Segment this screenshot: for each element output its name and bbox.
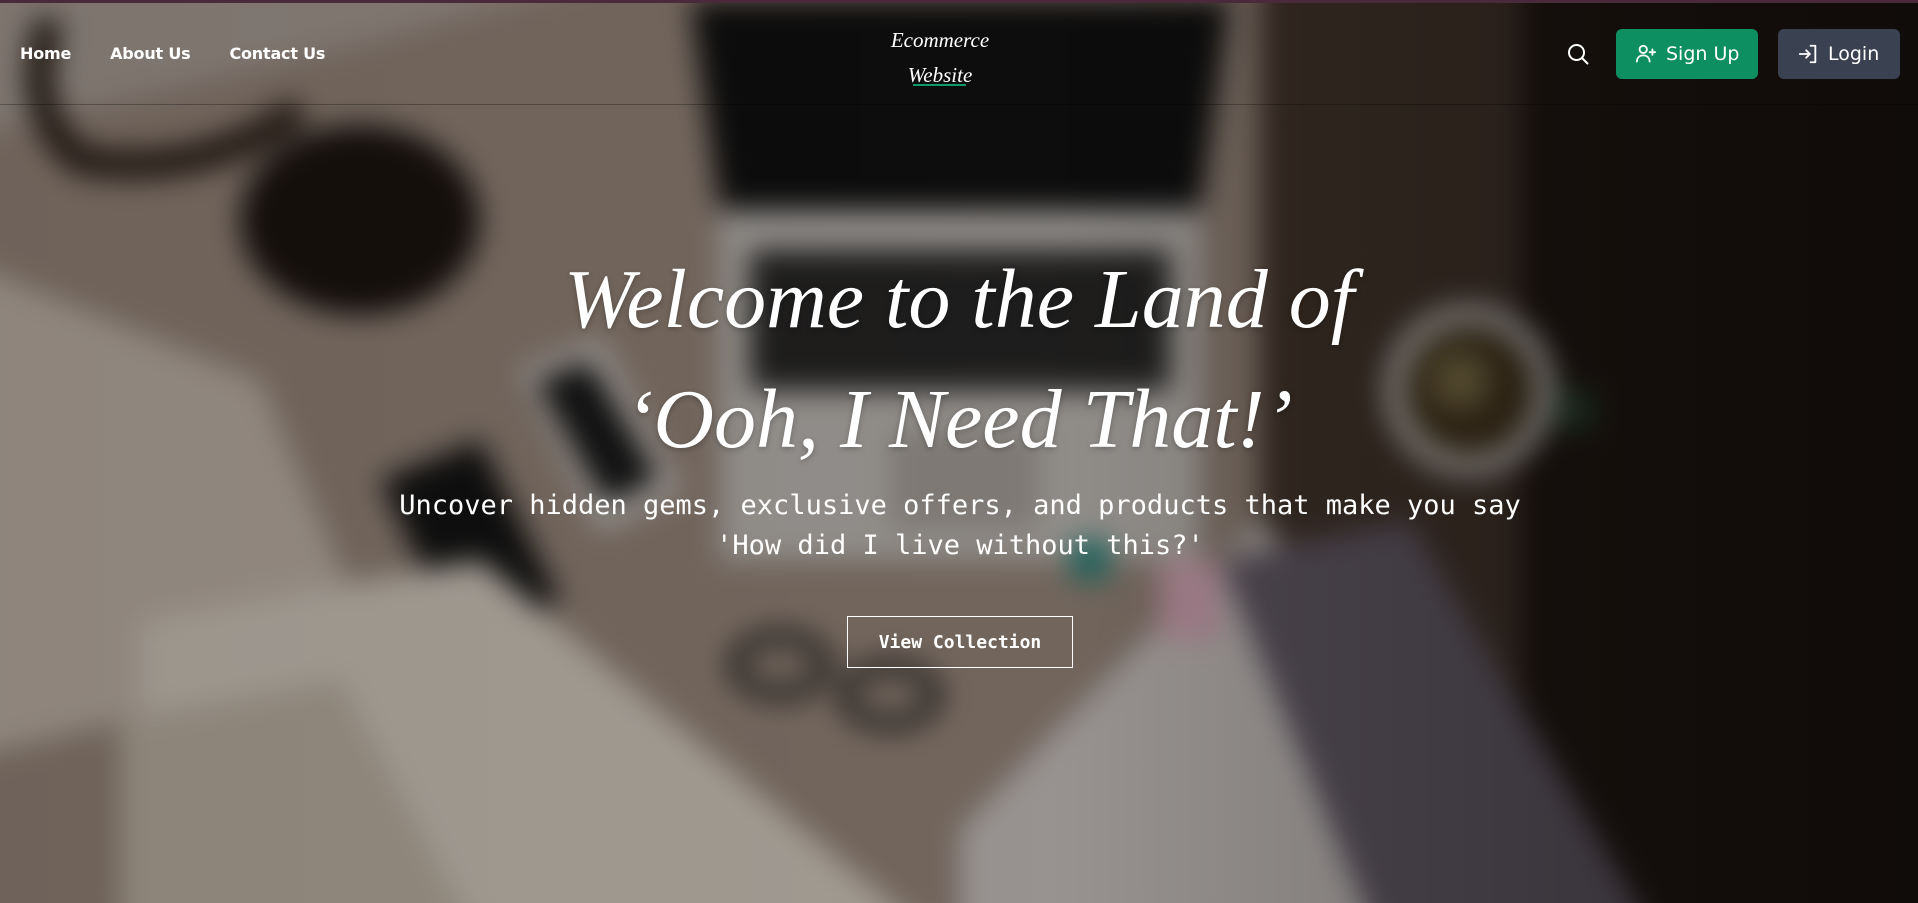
brand-line-1: Ecommerce	[890, 28, 990, 52]
hero-subtitle-line-1: Uncover hidden gems, exclusive offers, a…	[399, 490, 1521, 521]
view-collection-button[interactable]: View Collection	[847, 616, 1073, 668]
search-button[interactable]	[1564, 40, 1592, 68]
signup-label: Sign Up	[1666, 43, 1740, 65]
brand-line-2: Website	[907, 63, 973, 87]
header-actions: Sign Up Login	[1564, 29, 1900, 79]
user-plus-icon	[1635, 44, 1657, 63]
hero-subtitle: Uncover hidden gems, exclusive offers, a…	[380, 486, 1540, 566]
hero-title-line-1: Welcome to the Land of	[563, 253, 1355, 346]
login-button[interactable]: Login	[1778, 29, 1900, 79]
nav-home-link[interactable]: Home	[20, 44, 71, 63]
nav-contact-link[interactable]: Contact Us	[229, 44, 325, 63]
hero-subtitle-line-2: 'How did I live without this?'	[716, 530, 1204, 561]
site-header: Home About Us Contact Us Ecommerce Websi…	[0, 3, 1918, 105]
hero-title-line-2: ‘Ooh, I Need That!’	[625, 373, 1293, 466]
search-icon	[1568, 44, 1589, 65]
top-strip	[0, 0, 1918, 3]
signup-button[interactable]: Sign Up	[1616, 29, 1758, 79]
main-nav: Home About Us Contact Us	[20, 44, 325, 63]
login-icon	[1798, 44, 1817, 64]
login-label: Login	[1828, 43, 1880, 65]
nav-about-link[interactable]: About Us	[110, 44, 191, 63]
page: Home About Us Contact Us Ecommerce Websi…	[0, 0, 1918, 903]
hero-title: Welcome to the Land of ‘Ooh, I Need That…	[0, 240, 1918, 480]
brand-underline	[913, 84, 966, 86]
site-logo[interactable]: Ecommerce Website	[880, 23, 1000, 93]
